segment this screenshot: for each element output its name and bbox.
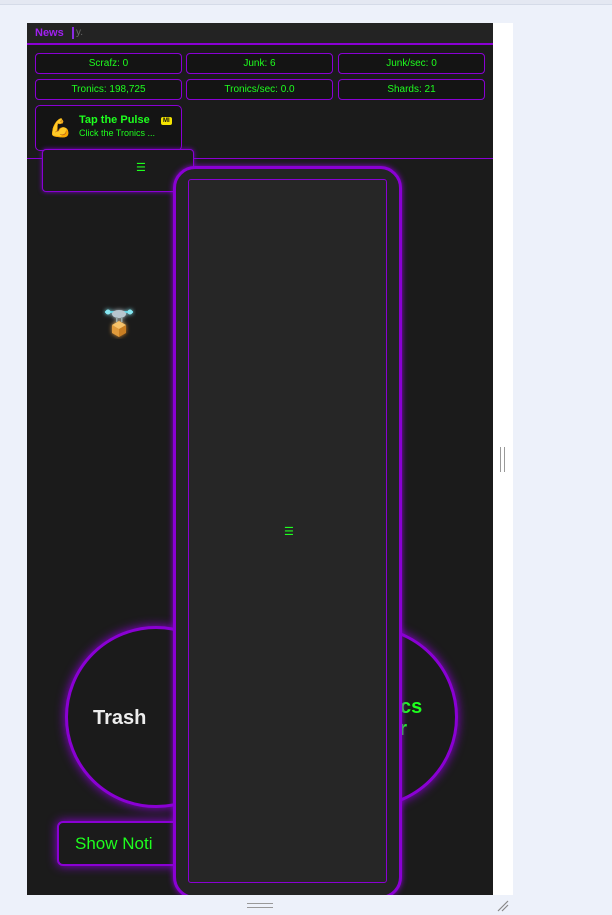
news-ticker-cursor (72, 27, 74, 39)
quest-title: Tap the Pulse (79, 114, 150, 126)
stat-shards: Shards: 21 (338, 79, 485, 100)
quest-badge: MI (161, 117, 172, 125)
hamburger-icon[interactable]: ☰ (284, 525, 294, 538)
side-panel-content: ☰ (188, 179, 387, 883)
show-notifications-label: Show Noti (75, 834, 153, 853)
flexed-biceps-icon: 💪 (49, 118, 72, 138)
quest-card[interactable]: 💪 Tap the Pulse MI Click the Tronics ... (35, 105, 182, 151)
menu-toggle-button[interactable]: ☰ (42, 149, 194, 192)
horizontal-splitter-handle[interactable] (247, 903, 273, 908)
browser-top-edge (0, 0, 612, 5)
game-app: News y. Scrafz: 0 Junk: 6 Junk/sec: 0 Tr… (27, 23, 493, 895)
trash-label: Trash (93, 707, 147, 729)
news-ticker-text: y. (76, 27, 84, 38)
drone-icon[interactable] (102, 305, 136, 339)
vertical-splitter-handle[interactable] (500, 447, 505, 472)
stat-junk: Junk: 6 (186, 53, 333, 74)
resize-grip-icon[interactable] (496, 899, 509, 912)
news-bar: News y. (27, 23, 493, 45)
quest-description: Click the Tronics ... (79, 128, 156, 138)
hamburger-icon: ☰ (136, 162, 146, 174)
stat-junk-per-sec: Junk/sec: 0 (338, 53, 485, 74)
stat-tronics-per-sec: Tronics/sec: 0.0 (186, 79, 333, 100)
side-panel: ☰ (173, 166, 402, 895)
stat-tronics: Tronics: 198,725 (35, 79, 182, 100)
stat-scrafz: Scrafz: 0 (35, 53, 182, 74)
news-label: News (35, 27, 64, 39)
